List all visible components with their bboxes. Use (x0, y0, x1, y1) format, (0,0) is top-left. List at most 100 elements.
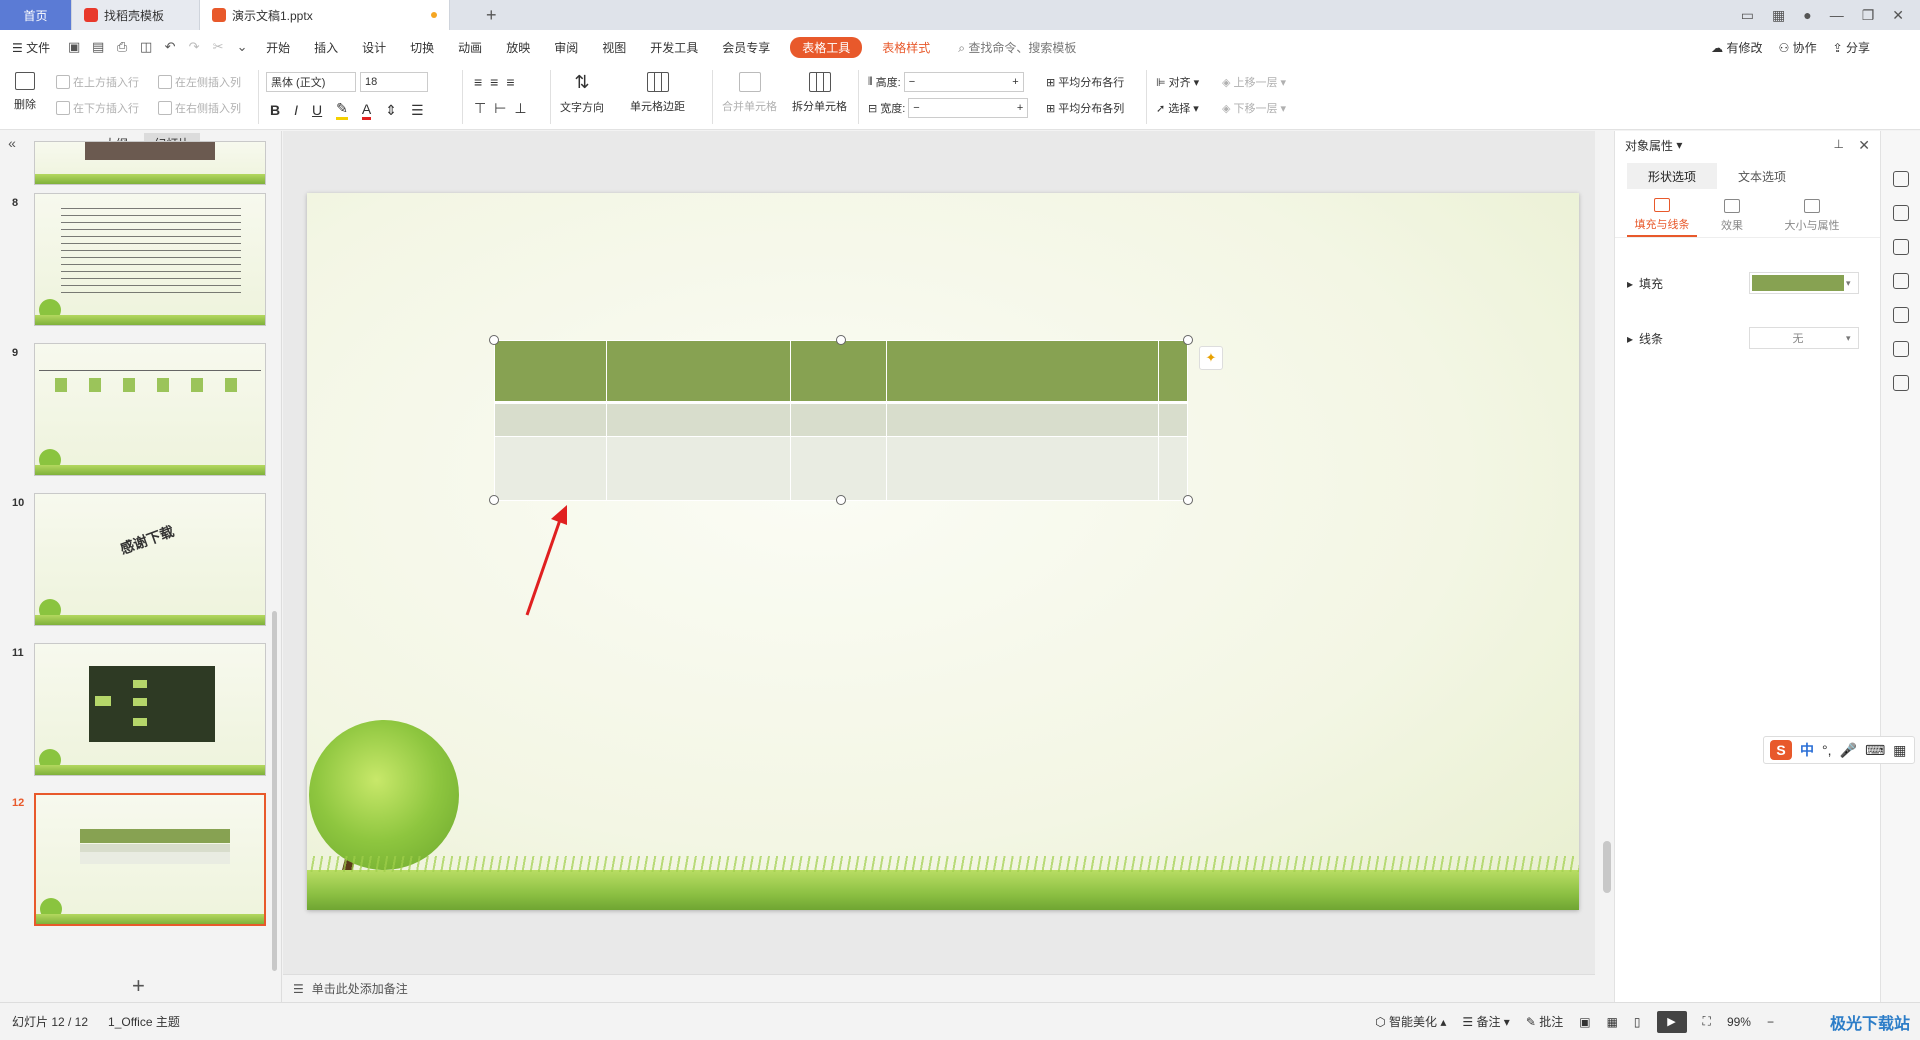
collapse-panel-icon[interactable]: « (0, 135, 24, 151)
compass-icon[interactable] (1892, 341, 1909, 357)
fill-row[interactable]: ▸ 填充 (1627, 275, 1663, 292)
resize-handle-bottom-left[interactable] (489, 495, 499, 505)
menu-insert[interactable]: 插入 (302, 39, 350, 56)
notes-bar[interactable]: ☰ 单击此处添加备注 (283, 974, 1595, 1002)
smart-suggestion-bulb-icon[interactable]: ✦ (1199, 346, 1223, 370)
menu-design[interactable]: 设计 (350, 39, 398, 56)
file-menu[interactable]: ☰ 文件 (0, 39, 62, 56)
select-button[interactable]: ➚ 选择 ▾ (1156, 100, 1199, 116)
tab-home[interactable]: 首页 (0, 0, 72, 30)
save-icon[interactable]: ▣ (62, 39, 86, 55)
menu-view[interactable]: 视图 (590, 39, 638, 56)
distribute-cols-button[interactable]: ⊞ 平均分布各列 (1046, 100, 1124, 116)
book-icon[interactable] (1892, 375, 1909, 391)
align-center-icon[interactable]: ≡ (490, 74, 498, 90)
close-panel-icon[interactable]: ✕ (1858, 137, 1870, 154)
menu-transition[interactable]: 切换 (398, 39, 446, 56)
copy-icon[interactable] (1892, 273, 1909, 289)
resize-handle-top[interactable] (836, 335, 846, 345)
slide-thumbnail-10[interactable]: 感谢下载 (34, 493, 266, 626)
insert-row-above-button[interactable]: 在上方插入行 (56, 74, 139, 90)
play-slideshow-button[interactable]: ▶ (1656, 1010, 1687, 1033)
subtab-fill-line[interactable]: 填充与线条 (1627, 195, 1697, 237)
ime-toolbar[interactable]: S 中 °, 🎤 ⌨ ▦ (1763, 736, 1915, 764)
align-bottom-icon[interactable]: ⊥ (514, 100, 526, 117)
align-left-icon[interactable]: ≡ (474, 74, 482, 90)
pin-icon[interactable]: ⊥ (1834, 137, 1844, 151)
width-plus-icon[interactable]: + (1017, 102, 1023, 114)
tab-document[interactable]: 演示文稿1.pptx (200, 0, 450, 30)
menu-slideshow[interactable]: 放映 (494, 39, 542, 56)
list-icon[interactable]: ☰ (411, 102, 424, 119)
format-painter-icon[interactable]: ✂ (206, 39, 230, 55)
properties-icon[interactable] (1892, 205, 1909, 221)
split-cells-button[interactable]: 拆分单元格 (792, 72, 847, 114)
canvas-scrollbar[interactable] (1600, 131, 1614, 1002)
table-cell[interactable] (494, 340, 607, 404)
table-cell[interactable] (606, 436, 791, 501)
table-cell[interactable] (790, 340, 887, 404)
resize-handle-top-right[interactable] (1183, 335, 1193, 345)
modified-button[interactable]: ☁ 有修改 (1711, 39, 1762, 56)
fit-window-icon[interactable]: ⛶ (1703, 1014, 1711, 1029)
insert-col-right-button[interactable]: 在右侧插入列 (158, 100, 241, 116)
panel-scrollbar[interactable] (272, 611, 277, 971)
align-button[interactable]: ⊫ 对齐 ▾ (1156, 74, 1199, 90)
table-cell[interactable] (606, 340, 791, 404)
font-size-select[interactable]: 18 (360, 72, 428, 92)
comments-button[interactable]: ✎ 批注 (1526, 1013, 1563, 1030)
insert-col-left-button[interactable]: 在左侧插入列 (158, 74, 241, 90)
keyboard-icon[interactable]: ⌨ (1865, 742, 1885, 759)
resize-handle-bottom[interactable] (836, 495, 846, 505)
slide-table[interactable] (494, 340, 1188, 501)
theme-name[interactable]: 1_Office 主题 (108, 1013, 180, 1030)
slide-thumbnail-7[interactable] (34, 141, 266, 185)
menu-review[interactable]: 审阅 (542, 39, 590, 56)
export-icon[interactable]: ▤ (86, 39, 110, 55)
microphone-icon[interactable]: 🎤 (1840, 742, 1857, 759)
resize-handle-bottom-right[interactable] (1183, 495, 1193, 505)
highlight-icon[interactable]: ✎ (336, 100, 348, 120)
menu-animation[interactable]: 动画 (446, 39, 494, 56)
menu-table-tools[interactable]: 表格工具 (790, 36, 863, 58)
insert-row-below-button[interactable]: 在下方插入行 (56, 100, 139, 116)
new-tab-button[interactable]: + (450, 0, 497, 30)
line-style-picker[interactable]: 无 ▾ (1749, 327, 1859, 349)
line-row[interactable]: ▸ 线条 (1627, 330, 1663, 347)
table-cell[interactable] (1158, 436, 1188, 501)
slide-thumbnail-8[interactable] (34, 193, 266, 326)
merge-cells-button[interactable]: 合并单元格 (722, 72, 777, 114)
zoom-level[interactable]: 99% (1727, 1015, 1751, 1029)
menu-member[interactable]: 会员专享 (710, 39, 782, 56)
bring-forward-button[interactable]: ◈ 上移一层 ▾ (1222, 74, 1286, 90)
text-direction-button[interactable]: ⇅ 文字方向 (560, 72, 604, 115)
slide-12[interactable]: ✦ (307, 193, 1579, 910)
height-stepper[interactable]: − + (903, 72, 1024, 92)
restore-button[interactable]: ❐ (1862, 7, 1875, 24)
align-middle-icon[interactable]: ⊢ (494, 100, 506, 117)
underline-icon[interactable]: U (312, 102, 322, 118)
print-icon[interactable]: ⎙ (110, 39, 134, 55)
table-cell[interactable] (494, 402, 607, 437)
delete-button[interactable]: 删除 (14, 72, 36, 112)
share-button[interactable]: ⇪ 分享 (1833, 39, 1870, 56)
collaborate-button[interactable]: ⚇ 协作 (1778, 39, 1816, 56)
layout-icon[interactable]: ▭ (1741, 7, 1754, 24)
align-right-icon[interactable]: ≡ (506, 74, 514, 90)
menu-developer[interactable]: 开发工具 (638, 39, 710, 56)
table-cell[interactable] (790, 402, 887, 437)
canvas-scroll-thumb[interactable] (1603, 841, 1611, 893)
fill-color-picker[interactable]: ▾ (1749, 272, 1859, 294)
minimize-button[interactable]: — (1830, 7, 1844, 23)
sorter-view-icon[interactable]: ▦ (1607, 1015, 1618, 1029)
table-cell[interactable] (1158, 340, 1188, 404)
slide-thumbnail-12[interactable] (34, 793, 266, 926)
tab-shape-options[interactable]: 形状选项 (1627, 163, 1717, 189)
menu-start[interactable]: 开始 (254, 39, 302, 56)
close-window-button[interactable]: ✕ (1892, 7, 1904, 24)
table-cell[interactable] (886, 436, 1159, 501)
reading-view-icon[interactable]: ▯ (1634, 1015, 1641, 1029)
normal-view-icon[interactable]: ▣ (1579, 1015, 1590, 1029)
redo-icon[interactable]: ↷ (182, 39, 206, 55)
subtab-size[interactable]: 大小与属性 (1767, 195, 1857, 237)
